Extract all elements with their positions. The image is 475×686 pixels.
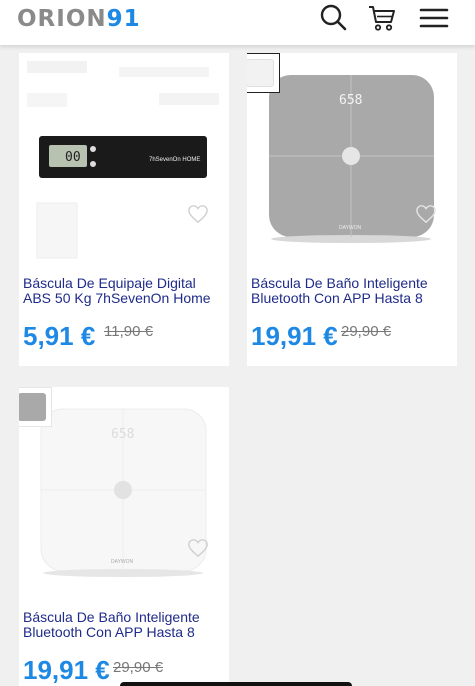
cart-icon[interactable]	[366, 2, 398, 34]
product-old-price: 29,90 €	[341, 323, 392, 340]
product-image[interactable]: 658 DAYWON	[247, 53, 457, 263]
luggage-scale-image: 00 7hSevenOn HOME	[27, 61, 219, 259]
favorite-heart-icon[interactable]	[187, 538, 209, 558]
product-title[interactable]: Báscula De Baño Inteligente Bluetooth Co…	[251, 276, 451, 308]
logo-text: ORION	[17, 6, 107, 32]
svg-text:658: 658	[111, 427, 134, 442]
favorite-heart-icon[interactable]	[415, 204, 437, 224]
svg-text:7hSevenOn HOME: 7hSevenOn HOME	[149, 157, 200, 163]
product-card[interactable]: 00 7hSevenOn HOME Báscula De Equipaje Di…	[19, 53, 229, 366]
product-card[interactable]: 658 DAYWON Báscula De Baño Inteligente B…	[19, 387, 229, 686]
product-price: 19,91 €	[251, 321, 338, 351]
product-card[interactable]: 658 DAYWON Báscula De Baño Inteligente B…	[247, 53, 457, 366]
svg-text:DAYWON: DAYWON	[339, 225, 362, 231]
logo-number: 91	[106, 6, 141, 32]
grey-variant-swatch	[19, 393, 46, 421]
product-title[interactable]: Báscula De Equipaje Digital ABS 50 Kg 7h…	[23, 276, 223, 308]
svg-text:658: 658	[339, 93, 362, 108]
product-price: 5,91 €	[23, 321, 96, 351]
variant-thumbnail[interactable]	[247, 53, 280, 93]
white-variant-swatch	[247, 59, 274, 87]
product-price: 19,91 €	[23, 655, 110, 685]
product-image[interactable]: 00 7hSevenOn HOME	[19, 53, 229, 263]
favorite-heart-icon[interactable]	[187, 204, 209, 224]
orion91-logo[interactable]: ORION91	[17, 6, 141, 32]
svg-text:00: 00	[65, 150, 81, 165]
product-old-price: 11,90 €	[104, 323, 153, 340]
product-old-price: 29,90 €	[113, 659, 164, 676]
menu-icon[interactable]	[418, 2, 450, 34]
home-indicator	[120, 682, 352, 686]
search-icon[interactable]	[318, 2, 350, 34]
product-image[interactable]: 658 DAYWON	[19, 387, 229, 597]
top-header: ORION91	[0, 0, 475, 45]
product-title[interactable]: Báscula De Baño Inteligente Bluetooth Co…	[23, 610, 223, 642]
variant-thumbnail[interactable]	[19, 387, 52, 427]
svg-text:DAYWON: DAYWON	[111, 559, 134, 565]
